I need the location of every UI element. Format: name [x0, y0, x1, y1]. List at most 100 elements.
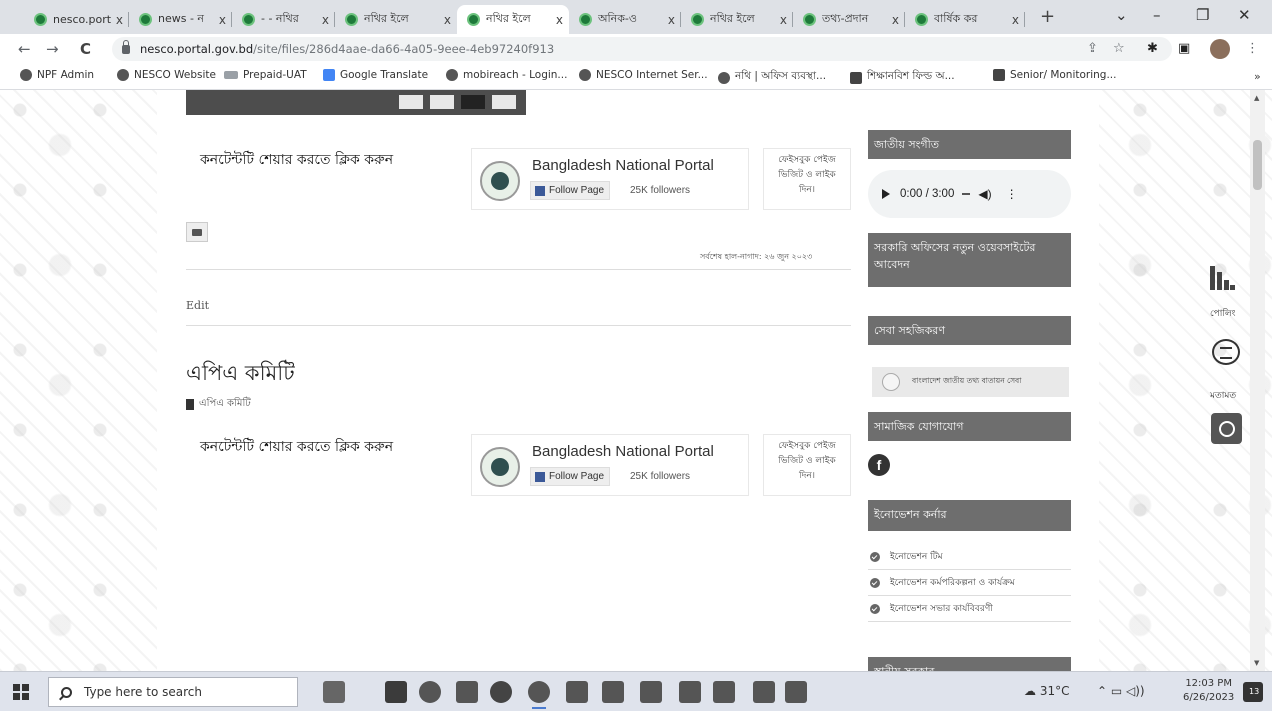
browser-tab[interactable]: nesco.port x — [24, 5, 129, 34]
tab-close-icon[interactable]: x — [444, 13, 451, 27]
browser-tab[interactable]: - - নথির x — [232, 5, 335, 34]
bookmark-item[interactable]: নথি | অফিস ব্যবস্থা... — [718, 69, 826, 86]
windows-start-icon[interactable] — [13, 684, 29, 700]
reload-button[interactable]: C — [80, 40, 91, 58]
side-panel-icon[interactable]: ▣ — [1178, 41, 1190, 56]
bookmark-item[interactable]: mobireach - Login... — [446, 69, 567, 81]
innovation-item[interactable]: ইনোভেশন কর্মপরিকল্পনা ও কার্যক্রম — [868, 570, 1071, 596]
browser-tab[interactable]: বার্ষিক কর x — [905, 5, 1025, 34]
file-attachment-link[interactable]: এপিএ কমিটি — [186, 396, 251, 413]
scroll-down-icon[interactable]: ▼ — [1254, 659, 1259, 667]
taskbar-search-input[interactable]: Type here to search — [48, 677, 298, 707]
pdf-app-icon[interactable] — [753, 681, 775, 703]
excel-app-icon[interactable] — [713, 681, 735, 703]
browser-tab[interactable]: নথির ইলে x — [681, 5, 793, 34]
bookmark-item[interactable]: Senior/ Monitoring... — [993, 69, 1116, 81]
print-icon[interactable] — [186, 222, 208, 242]
sidebar-heading-new-website[interactable]: সরকারি অফিসের নতুন ওয়েবসাইটের আবেদন — [868, 233, 1071, 287]
facebook-page-widget[interactable]: Bangladesh National Portal Follow Page 2… — [471, 434, 749, 496]
taskview-app-icon[interactable] — [385, 681, 407, 703]
share-icon[interactable]: ⇪ — [1087, 41, 1098, 56]
tab-close-icon[interactable]: x — [668, 13, 675, 27]
notification-icon[interactable]: 13 — [1243, 682, 1263, 702]
service-banner[interactable]: বাংলাদেশ জাতীয় তথ্য বাতায়ন সেবা — [872, 367, 1069, 397]
back-button[interactable]: ← — [18, 40, 31, 58]
feedback-icon[interactable] — [1212, 339, 1240, 365]
tray-icons[interactable]: ⌃ ▭ ◁)) — [1097, 684, 1145, 698]
poll-widget[interactable] — [1210, 266, 1235, 290]
share-prompt: কনটেন্টটি শেয়ার করতে ক্লিক করুন — [200, 152, 394, 168]
bookmark-item[interactable]: NESCO Internet Ser... — [579, 69, 708, 81]
progress-bar[interactable] — [962, 193, 971, 195]
bookmark-item[interactable]: NPF Admin — [20, 69, 94, 81]
page-scrollbar[interactable]: ▲ ▼ — [1250, 90, 1265, 671]
mail-app-icon[interactable] — [456, 681, 478, 703]
play-icon[interactable] — [882, 189, 890, 199]
lock-icon[interactable] — [122, 39, 130, 54]
system-clock[interactable]: 12:03 PM 6/26/2023 — [1183, 677, 1234, 705]
accessibility-icon — [1218, 420, 1235, 437]
app-icon[interactable] — [640, 681, 662, 703]
browser-tab[interactable]: অনিক-ও x — [569, 5, 681, 34]
tab-close-icon[interactable]: x — [1012, 13, 1019, 27]
briefcase-app-icon[interactable] — [323, 681, 345, 703]
browser-tab[interactable]: news - ন x — [129, 5, 232, 34]
tab-title: অনিক-ও — [598, 12, 638, 25]
facebook-page-widget[interactable]: Bangladesh National Portal Follow Page 2… — [471, 148, 749, 210]
fb-page-title[interactable]: Bangladesh National Portal — [532, 157, 714, 174]
facebook-icon[interactable]: f — [868, 454, 890, 476]
audio-player[interactable]: 0:00 / 3:00 ◀) ⋮ — [868, 170, 1071, 218]
close-window-button[interactable]: ✕ — [1238, 6, 1251, 24]
site-icon — [117, 69, 129, 81]
browser-tab-active[interactable]: নথির ইলে x — [457, 5, 569, 34]
chrome-app-icon[interactable] — [528, 681, 550, 709]
word-app-icon[interactable] — [785, 681, 807, 703]
bookmark-item[interactable]: NESCO Website — [117, 69, 216, 81]
minimize-button[interactable]: – — [1153, 6, 1161, 24]
tab-close-icon[interactable]: x — [116, 13, 123, 27]
bookmark-item[interactable]: Google Translate — [323, 69, 428, 81]
chrome-app-icon[interactable] — [419, 681, 441, 703]
audio-menu-icon[interactable]: ⋮ — [1006, 187, 1018, 201]
fb-page-title[interactable]: Bangladesh National Portal — [532, 443, 714, 460]
follow-page-button[interactable]: Follow Page — [530, 467, 611, 486]
scrollbar-thumb[interactable] — [1253, 140, 1262, 190]
browser-tab[interactable]: তথ্য-প্রদান x — [793, 5, 905, 34]
restore-button[interactable]: ❐ — [1196, 6, 1209, 24]
site-icon — [718, 71, 730, 84]
tab-close-icon[interactable]: x — [322, 13, 329, 27]
bookmark-star-icon[interactable]: ☆ — [1113, 41, 1125, 56]
bookmark-item[interactable]: Prepaid-UAT — [224, 69, 307, 81]
poll-label[interactable]: পোলিং — [1210, 306, 1236, 321]
url-path: /site/files/286d4aae-da66-4a05-9eee-4eb9… — [253, 42, 555, 56]
tab-close-icon[interactable]: x — [556, 13, 563, 27]
innovation-item[interactable]: ইনোভেশন টিম — [868, 544, 1071, 570]
feedback-label[interactable]: মতামত — [1210, 388, 1236, 403]
bookmark-item[interactable]: শিক্ষানবিশ ফিল্ড অ... — [850, 69, 955, 86]
follow-page-button[interactable]: Follow Page — [530, 181, 611, 200]
tab-search-icon[interactable]: ⌄ — [1115, 6, 1128, 24]
extensions-icon[interactable]: ✱ — [1147, 41, 1158, 56]
menu-kebab-icon[interactable]: ⋮ — [1246, 41, 1259, 56]
scroll-up-icon[interactable]: ▲ — [1254, 94, 1259, 102]
app-icon[interactable] — [602, 681, 624, 703]
edit-link[interactable]: Edit — [186, 299, 209, 312]
audio-time: 0:00 / 3:00 — [900, 188, 955, 200]
forward-button[interactable]: → — [46, 40, 59, 58]
tab-close-icon[interactable]: x — [892, 13, 899, 27]
app-icon[interactable] — [490, 681, 512, 703]
volume-icon[interactable]: ◀) — [978, 187, 991, 201]
accessibility-button[interactable] — [1211, 413, 1242, 444]
tab-close-icon[interactable]: x — [780, 13, 787, 27]
app-icon[interactable] — [679, 681, 701, 703]
browser-tab[interactable]: নথির ইলে x — [335, 5, 457, 34]
portal-logo-icon — [480, 447, 520, 487]
address-bar[interactable]: nesco.portal.gov.bd /site/files/286d4aae… — [112, 37, 1172, 61]
bookmarks-overflow-button[interactable]: » — [1254, 70, 1261, 83]
profile-avatar[interactable] — [1210, 39, 1230, 59]
innovation-item[interactable]: ইনোভেশন সভার কার্যবিবরণী — [868, 596, 1071, 622]
network-app-icon[interactable] — [566, 681, 588, 703]
tab-close-icon[interactable]: x — [219, 13, 226, 27]
new-tab-button[interactable]: + — [1040, 8, 1055, 26]
weather-widget[interactable]: ☁ 31°C — [1024, 684, 1069, 698]
